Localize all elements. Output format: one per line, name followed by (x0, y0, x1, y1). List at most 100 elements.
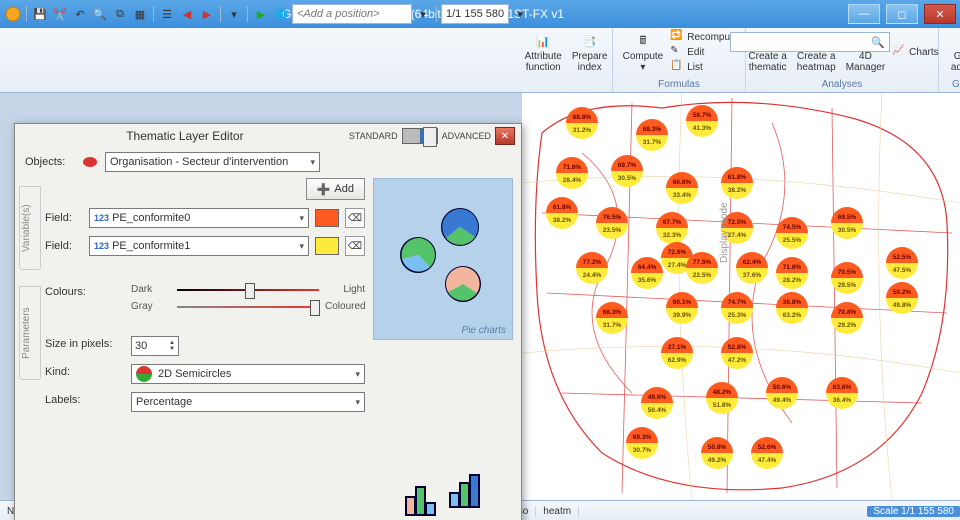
svg-text:51.8%: 51.8% (713, 402, 732, 409)
maximize-button[interactable]: ◻ (886, 4, 918, 24)
svg-text:25.3%: 25.3% (728, 312, 747, 319)
pos-dd-icon[interactable]: ▾ (414, 5, 432, 23)
map-semicircle: 69.5%30.5% (831, 207, 863, 239)
search-icon: 🔍 (871, 36, 885, 49)
svg-text:69.3%: 69.3% (633, 434, 652, 441)
zoom-window-icon[interactable]: ⧉ (111, 5, 129, 23)
kind-combo[interactable]: 2D Semicircles ▾ (131, 364, 365, 384)
map-semicircle: 62.4%37.6% (736, 252, 768, 284)
mode-standard-label: STANDARD (349, 131, 398, 141)
svg-text:49.4%: 49.4% (773, 397, 792, 404)
grid-icon[interactable]: ▦ (131, 5, 149, 23)
objects-combo[interactable]: Organisation - Secteur d'intervention▾ (105, 152, 320, 172)
preview-pie[interactable]: Pie charts (373, 178, 513, 340)
app-menu-icon[interactable] (4, 5, 22, 23)
field2-combo[interactable]: 123 PE_conformite1▾ (89, 236, 309, 256)
svg-text:71.8%: 71.8% (783, 264, 802, 271)
svg-text:49.8%: 49.8% (893, 302, 912, 309)
preview-histogram[interactable]: Histograms (373, 453, 513, 520)
svg-text:22.5%: 22.5% (693, 272, 712, 279)
field1-color-swatch[interactable] (315, 209, 339, 227)
map-semicircle: 70.8%29.2% (831, 302, 863, 334)
svg-text:29.5%: 29.5% (838, 282, 857, 289)
position-input[interactable]: <Add a position> (292, 4, 412, 24)
size-spinner[interactable]: 30▲▼ (131, 336, 179, 356)
save-icon[interactable]: 💾 (31, 5, 49, 23)
svg-text:70.8%: 70.8% (838, 309, 857, 316)
dialog-title: Thematic Layer Editor (21, 129, 349, 143)
thematic-layer-editor-dialog: Thematic Layer Editor STANDARD ADVANCED … (14, 123, 522, 520)
svg-text:50.8%: 50.8% (708, 444, 727, 451)
map-semicircle: 68.3% 31.7% (636, 119, 668, 151)
svg-text:33.4%: 33.4% (673, 192, 692, 199)
ribbon-search[interactable]: 🔍 (730, 32, 890, 52)
slider-end: Coloured (325, 301, 365, 312)
tab-display-mode[interactable]: Display mode (719, 188, 735, 278)
map-semicircle: 63.6%36.4% (826, 377, 858, 409)
svg-text:50.6%: 50.6% (773, 384, 792, 391)
svg-text:47.5%: 47.5% (893, 267, 912, 274)
charts-button[interactable]: 📈Charts (892, 45, 938, 59)
svg-text:24.4%: 24.4% (583, 272, 602, 279)
undo-icon[interactable]: ↶ (71, 5, 89, 23)
darkness-slider[interactable] (177, 285, 319, 295)
globe-icon[interactable]: 🌐 (272, 5, 290, 23)
minimize-button[interactable]: — (848, 4, 880, 24)
map-semicircle: 52.6%47.4% (751, 437, 783, 469)
mode-toggle[interactable] (402, 128, 438, 144)
add-button[interactable]: ➕Add (306, 178, 365, 200)
svg-text:63.6%: 63.6% (833, 384, 852, 391)
svg-text:52.5%: 52.5% (893, 254, 912, 261)
svg-text:61.8%: 61.8% (553, 204, 572, 211)
play-icon[interactable]: ▶ (252, 5, 270, 23)
svg-text:58.7%: 58.7% (693, 112, 712, 119)
recompute-button[interactable]: 🔁Recompute (670, 30, 738, 44)
field2-color-swatch[interactable] (315, 237, 339, 255)
attribute-function-button[interactable]: 📊Attributefunction (522, 30, 565, 74)
svg-text:64.4%: 64.4% (638, 264, 657, 271)
labels-combo[interactable]: Percentage▾ (131, 392, 365, 412)
tab-variables[interactable]: Variable(s) (19, 186, 41, 270)
map-semicircle: 50.8%49.2% (701, 437, 733, 469)
field2-remove-button[interactable]: ⌫ (345, 236, 365, 256)
svg-text:47.4%: 47.4% (758, 457, 777, 464)
prepare-index-button[interactable]: 📑Prepareindex (569, 30, 611, 74)
svg-text:28.4%: 28.4% (563, 177, 582, 184)
svg-text:70.5%: 70.5% (838, 269, 857, 276)
back-icon[interactable]: ◀ (178, 5, 196, 23)
layers-icon[interactable]: ☰ (158, 5, 176, 23)
dialog-close-button[interactable]: ✕ (495, 127, 515, 145)
svg-text:66.6%: 66.6% (673, 179, 692, 186)
map-semicircle: 37.1%62.9% (661, 337, 693, 369)
svg-text:31.7%: 31.7% (643, 139, 662, 146)
cut-icon[interactable]: ✂️ (51, 5, 69, 23)
scale-dd-icon[interactable]: ▾ (511, 5, 529, 23)
field1-remove-button[interactable]: ⌫ (345, 208, 365, 228)
close-button[interactable]: ✕ (924, 4, 956, 24)
field1-combo[interactable]: 123 PE_conformite0▾ (89, 208, 309, 228)
svg-text:69.5%: 69.5% (838, 214, 857, 221)
svg-text:77.2%: 77.2% (583, 259, 602, 266)
dd-icon[interactable]: ▾ (225, 5, 243, 23)
svg-text:72.6%: 72.6% (668, 249, 687, 256)
geocode-button[interactable]: ✖YGeocodeaddresses (948, 30, 960, 74)
map-semicircle: 69.3%30.7% (626, 427, 658, 459)
map-semicircle: 50.2%49.8% (886, 282, 918, 314)
saturation-slider[interactable] (177, 302, 319, 312)
svg-text:48.2%: 48.2% (713, 389, 732, 396)
statusbar-tab[interactable]: heatm (536, 506, 579, 517)
map-semicircle: 77.2% 24.4% (576, 252, 608, 284)
svg-text:68.3%: 68.3% (643, 126, 662, 133)
svg-text:47.2%: 47.2% (728, 357, 747, 364)
fwd-icon[interactable]: ▶ (198, 5, 216, 23)
map-canvas[interactable]: 68.8%31.2%68.3%31.7%58.7%41.3%71.6%28.4%… (522, 93, 960, 501)
list-button[interactable]: 📋List (670, 60, 703, 74)
scale-display[interactable]: 1/1 155 580 (441, 4, 509, 24)
field-label: Field: (45, 240, 83, 252)
edit-button[interactable]: ✎Edit (670, 45, 704, 59)
svg-text:74.5%: 74.5% (783, 224, 802, 231)
zoom-out-icon[interactable]: 🔍 (91, 5, 109, 23)
slider-end: Light (325, 284, 365, 295)
tab-parameters[interactable]: Parameters (19, 286, 41, 380)
compute-button[interactable]: 🖩Compute▾ (620, 30, 667, 74)
